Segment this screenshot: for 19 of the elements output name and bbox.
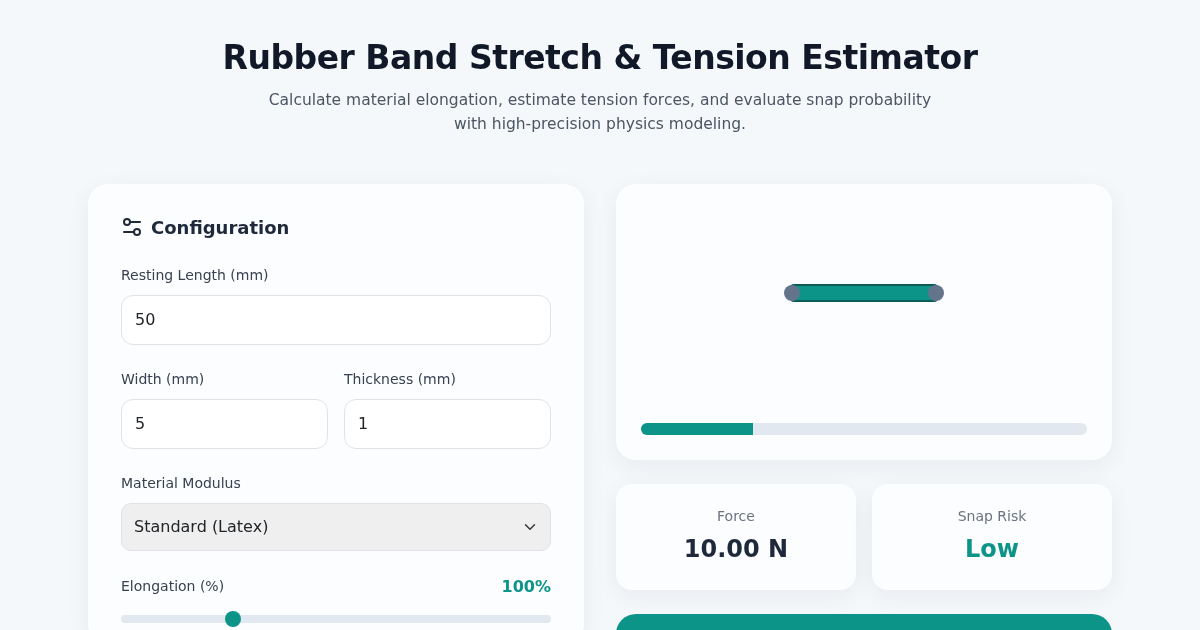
section-title: Configuration: [151, 215, 290, 240]
field-label: Width (mm): [121, 369, 206, 389]
input-field[interactable]: 5: [121, 398, 328, 449]
field-label: Elongation (%): [121, 577, 225, 597]
field-label: Material Modulus: [121, 473, 242, 493]
settings-icon: [121, 216, 143, 239]
page-subtitle: Calculate material elongation, estimate tension forces, and evaluate snap probability with high-precision physics modeling.: [267, 89, 933, 135]
input-field[interactable]: 50: [121, 294, 551, 345]
elongation-reading: 100%: [501, 575, 551, 598]
slider-thumb[interactable]: [224, 610, 241, 627]
material-dropdown[interactable]: Standard (Latex): [121, 502, 551, 551]
stat-label: Force: [717, 507, 755, 527]
stat-label: Snap Risk: [957, 507, 1027, 527]
stat-value: 10.00 N: [683, 534, 789, 566]
page-title: Rubber Band Stretch & Tension Estimator: [221, 38, 979, 78]
input-field[interactable]: 1: [344, 398, 551, 449]
stat-value: Low: [965, 534, 1019, 566]
field-label: Resting Length (mm): [121, 265, 270, 285]
field-label: Thickness (mm): [344, 369, 457, 389]
